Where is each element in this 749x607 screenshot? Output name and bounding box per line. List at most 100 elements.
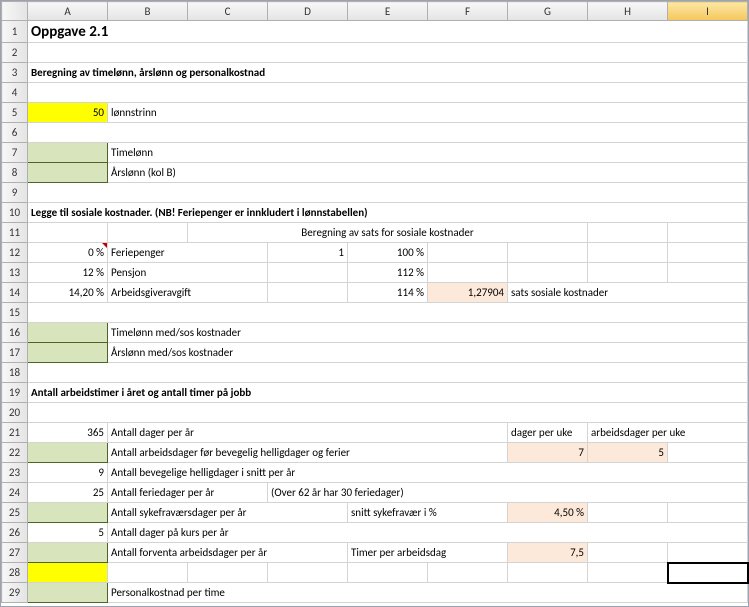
cell-A8-arslonn-value[interactable]: [28, 163, 108, 183]
cell-I11[interactable]: [668, 223, 748, 243]
row-9[interactable]: 9: [2, 183, 28, 203]
cell-C28[interactable]: [188, 563, 268, 583]
cell-G27-timer-dag[interactable]: 7,5: [508, 543, 588, 563]
cell-A5-lonnstrinn-value[interactable]: 50: [28, 103, 108, 123]
row-21[interactable]: 21: [2, 423, 28, 443]
cell-E13-cum[interactable]: 112 %: [348, 263, 428, 283]
row-5[interactable]: 5: [2, 103, 28, 123]
col-I[interactable]: I: [668, 2, 748, 21]
cell-H25[interactable]: [588, 503, 668, 523]
cell-I13[interactable]: [668, 263, 748, 283]
row-25[interactable]: 25: [2, 503, 28, 523]
cell-D13[interactable]: [268, 263, 348, 283]
cell-F14-sats-value[interactable]: 1,27904: [428, 283, 508, 303]
cell-B8-arslonn-label[interactable]: Årslønn (kol B): [108, 163, 748, 183]
cell-D28[interactable]: [268, 563, 348, 583]
cell-G22-dager-uke[interactable]: 7: [508, 443, 588, 463]
cell-I28-active[interactable]: [668, 563, 748, 583]
cell-A28[interactable]: [28, 563, 108, 583]
cell-E14-cum[interactable]: 114 %: [348, 283, 428, 303]
row-18[interactable]: 18: [2, 363, 28, 383]
cell-G13[interactable]: [508, 263, 588, 283]
cell-B12-feriepenger[interactable]: Feriepenger: [108, 243, 268, 263]
cell-G12[interactable]: [508, 243, 588, 263]
row-17[interactable]: 17: [2, 343, 28, 363]
cell-F12[interactable]: [428, 243, 508, 263]
cell-H28[interactable]: [588, 563, 668, 583]
cell-I27[interactable]: [668, 543, 748, 563]
cell-G14-sats-label[interactable]: sats sosiale kostnader: [508, 283, 748, 303]
cell-E28[interactable]: [348, 563, 428, 583]
cell-F28[interactable]: [428, 563, 508, 583]
cell-B29-label[interactable]: Personalkostnad per time: [108, 583, 748, 603]
col-E[interactable]: E: [348, 2, 428, 21]
cell-H27[interactable]: [588, 543, 668, 563]
cell-B14-aga[interactable]: Arbeidsgiveravgift: [108, 283, 268, 303]
cell-A22-arbdager-value[interactable]: [28, 443, 108, 463]
row-19[interactable]: 19: [2, 383, 28, 403]
cell-A10-section[interactable]: Legge til sosiale kostnader. (NB! Feriep…: [28, 203, 748, 223]
cell-B11[interactable]: [108, 223, 188, 243]
row-3[interactable]: 3: [2, 63, 28, 83]
row-23[interactable]: 23: [2, 463, 28, 483]
row-20[interactable]: 20: [2, 403, 28, 423]
row-26[interactable]: 26: [2, 523, 28, 543]
cell-I22[interactable]: [668, 443, 748, 463]
cell-A23-helligdager[interactable]: 9: [28, 463, 108, 483]
row-15[interactable]: 15: [2, 303, 28, 323]
cell-F13[interactable]: [428, 263, 508, 283]
cell-G25-sykefravaer-pct[interactable]: 4,50 %: [508, 503, 588, 523]
cell-A14-aga-pct[interactable]: 14,20 %: [28, 283, 108, 303]
row-27[interactable]: 27: [2, 543, 28, 563]
cell-B28[interactable]: [108, 563, 188, 583]
cell-B17-label[interactable]: Årslønn med/sos kostnader: [108, 343, 748, 363]
cell-A7-timelonn-value[interactable]: [28, 143, 108, 163]
cell-D14[interactable]: [268, 283, 348, 303]
cell-B5-lonnstrinn-label[interactable]: lønnstrinn: [108, 103, 748, 123]
cell-A4[interactable]: [28, 83, 748, 103]
row-16[interactable]: 16: [2, 323, 28, 343]
cell-A1-title[interactable]: Oppgave 2.1: [28, 21, 748, 43]
row-2[interactable]: 2: [2, 43, 28, 63]
cell-A9[interactable]: [28, 183, 748, 203]
row-28[interactable]: 28: [2, 563, 28, 583]
cell-A3-section[interactable]: Beregning av timelønn, årslønn og person…: [28, 63, 748, 83]
cell-I25[interactable]: [668, 503, 748, 523]
cell-A12-feriepenger-pct[interactable]: 0 %: [28, 243, 108, 263]
cell-H11[interactable]: [588, 223, 668, 243]
spreadsheet[interactable]: A B C D E F G H I 1 Oppgave 2.1 2 3 Bere…: [0, 0, 749, 607]
col-D[interactable]: D: [268, 2, 348, 21]
cell-H12[interactable]: [588, 243, 668, 263]
cell-A2[interactable]: [28, 43, 748, 63]
cell-D24-note[interactable]: (Over 62 år har 30 feriedager): [268, 483, 748, 503]
cell-B25-label[interactable]: Antall sykefraværsdager per år: [108, 503, 348, 523]
cell-B22-label[interactable]: Antall arbeidsdager før bevegelig hellig…: [108, 443, 508, 463]
cell-A26-kursdager[interactable]: 5: [28, 523, 108, 543]
cell-I12[interactable]: [668, 243, 748, 263]
cell-H21-arbdager-label[interactable]: arbeidsdager per uke: [588, 423, 748, 443]
select-all-corner[interactable]: [2, 2, 28, 21]
row-7[interactable]: 7: [2, 143, 28, 163]
cell-B21-dager-label[interactable]: Antall dager per år: [108, 423, 508, 443]
row-1[interactable]: 1: [2, 21, 28, 43]
col-C[interactable]: C: [188, 2, 268, 21]
grid[interactable]: A B C D E F G H I 1 Oppgave 2.1 2 3 Bere…: [1, 1, 748, 603]
cell-E12-cum[interactable]: 100 %: [348, 243, 428, 263]
cell-B27-label[interactable]: Antall forventa arbeidsdager per år: [108, 543, 348, 563]
row-6[interactable]: 6: [2, 123, 28, 143]
row-10[interactable]: 10: [2, 203, 28, 223]
cell-B26-label[interactable]: Antall dager på kurs per år: [108, 523, 748, 543]
cell-B7-timelonn-label[interactable]: Timelønn: [108, 143, 748, 163]
col-G[interactable]: G: [508, 2, 588, 21]
cell-G21-dager-uke-label[interactable]: dager per uke: [508, 423, 588, 443]
row-29[interactable]: 29: [2, 583, 28, 603]
cell-G28[interactable]: [508, 563, 588, 583]
row-8[interactable]: 8: [2, 163, 28, 183]
cell-A27-forventa[interactable]: [28, 543, 108, 563]
cell-B13-pensjon[interactable]: Pensjon: [108, 263, 268, 283]
cell-A25-sykefravaer[interactable]: [28, 503, 108, 523]
cell-A17-arslonn-sos[interactable]: [28, 343, 108, 363]
cell-H13[interactable]: [588, 263, 668, 283]
col-A[interactable]: A: [28, 2, 108, 21]
cell-A13-pensjon-pct[interactable]: 12 %: [28, 263, 108, 283]
